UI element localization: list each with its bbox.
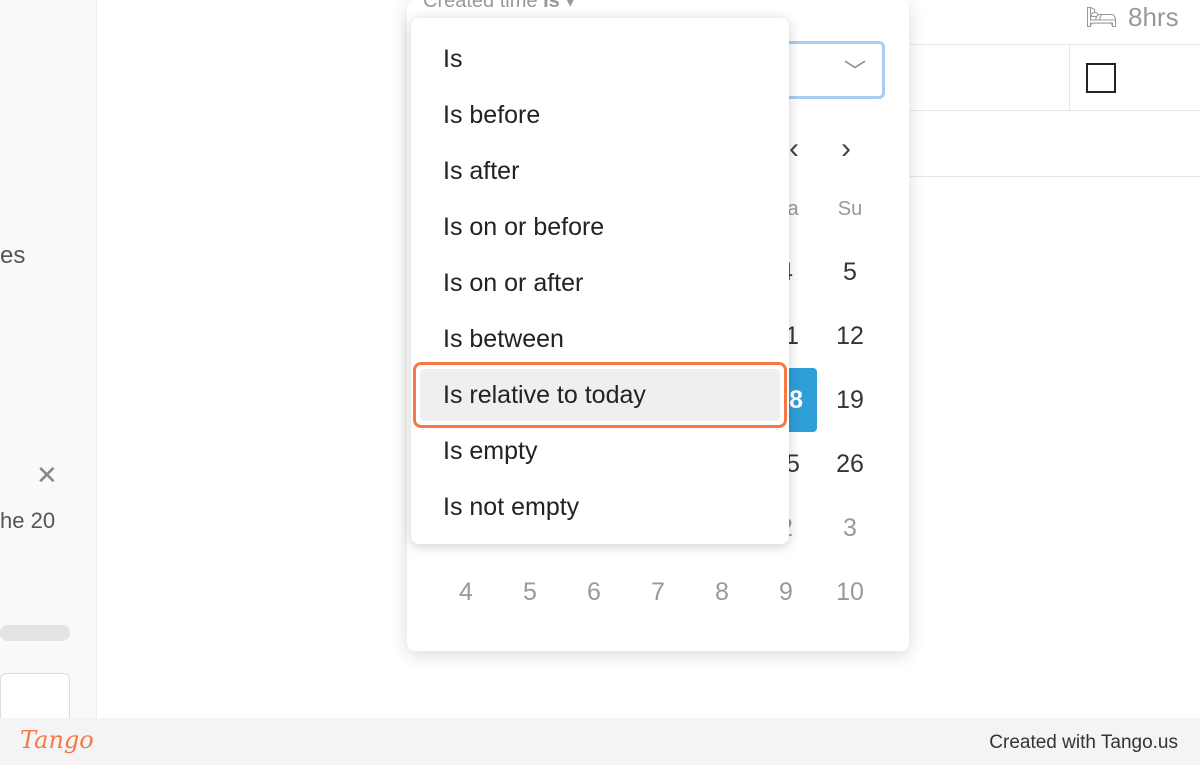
filter-label: Created time Is ▾ [423, 0, 576, 12]
tango-logo: Tango [20, 726, 94, 754]
sidebar-text: he 20 [0, 508, 56, 533]
option-is-between[interactable]: Is between [443, 325, 564, 354]
progress-bar [0, 625, 70, 641]
weekday-su: Su [837, 198, 863, 220]
option-is-after[interactable]: Is after [443, 157, 519, 186]
bed-icon: 🛏 [1085, 2, 1119, 32]
operator-select[interactable]: ﹀ [777, 41, 885, 99]
table-area: 🛏 8hrs [910, 0, 1200, 718]
day[interactable]: 4 [446, 578, 486, 607]
day[interactable]: 7 [638, 578, 678, 607]
next-month-button[interactable]: › [841, 132, 851, 166]
footer: Tango Created with Tango.us [0, 718, 1200, 765]
option-is[interactable]: Is [443, 45, 462, 74]
footer-credit: Created with Tango.us [989, 732, 1178, 753]
option-is-empty[interactable]: Is empty [443, 437, 537, 466]
option-is-before[interactable]: Is before [443, 101, 540, 130]
prev-month-button[interactable]: ‹ [789, 132, 799, 166]
day[interactable]: 26 [830, 450, 870, 479]
close-icon[interactable]: ✕ [36, 460, 58, 491]
operator-dropdown: Is Is before Is after Is on or before Is… [411, 18, 789, 544]
day[interactable]: 9 [766, 578, 806, 607]
sleep-value: 8hrs [1128, 2, 1179, 32]
option-is-relative-to-today[interactable]: Is relative to today [443, 381, 646, 410]
option-is-not-empty[interactable]: Is not empty [443, 493, 579, 522]
option-is-on-or-before[interactable]: Is on or before [443, 213, 604, 242]
day[interactable]: 19 [830, 386, 870, 415]
checkbox[interactable] [1086, 63, 1116, 93]
day[interactable]: 3 [830, 514, 870, 543]
option-is-on-or-after[interactable]: Is on or after [443, 269, 583, 298]
day[interactable]: 10 [830, 578, 870, 607]
day[interactable]: 6 [574, 578, 614, 607]
sidebar-heading: es [0, 242, 26, 269]
day[interactable]: 8 [702, 578, 742, 607]
chevron-down-icon: ﹀ [843, 59, 866, 84]
day[interactable]: 5 [830, 258, 870, 287]
sidebar: es ✕ he 20 [0, 0, 97, 733]
day[interactable]: 12 [830, 322, 870, 351]
day[interactable]: 5 [510, 578, 550, 607]
